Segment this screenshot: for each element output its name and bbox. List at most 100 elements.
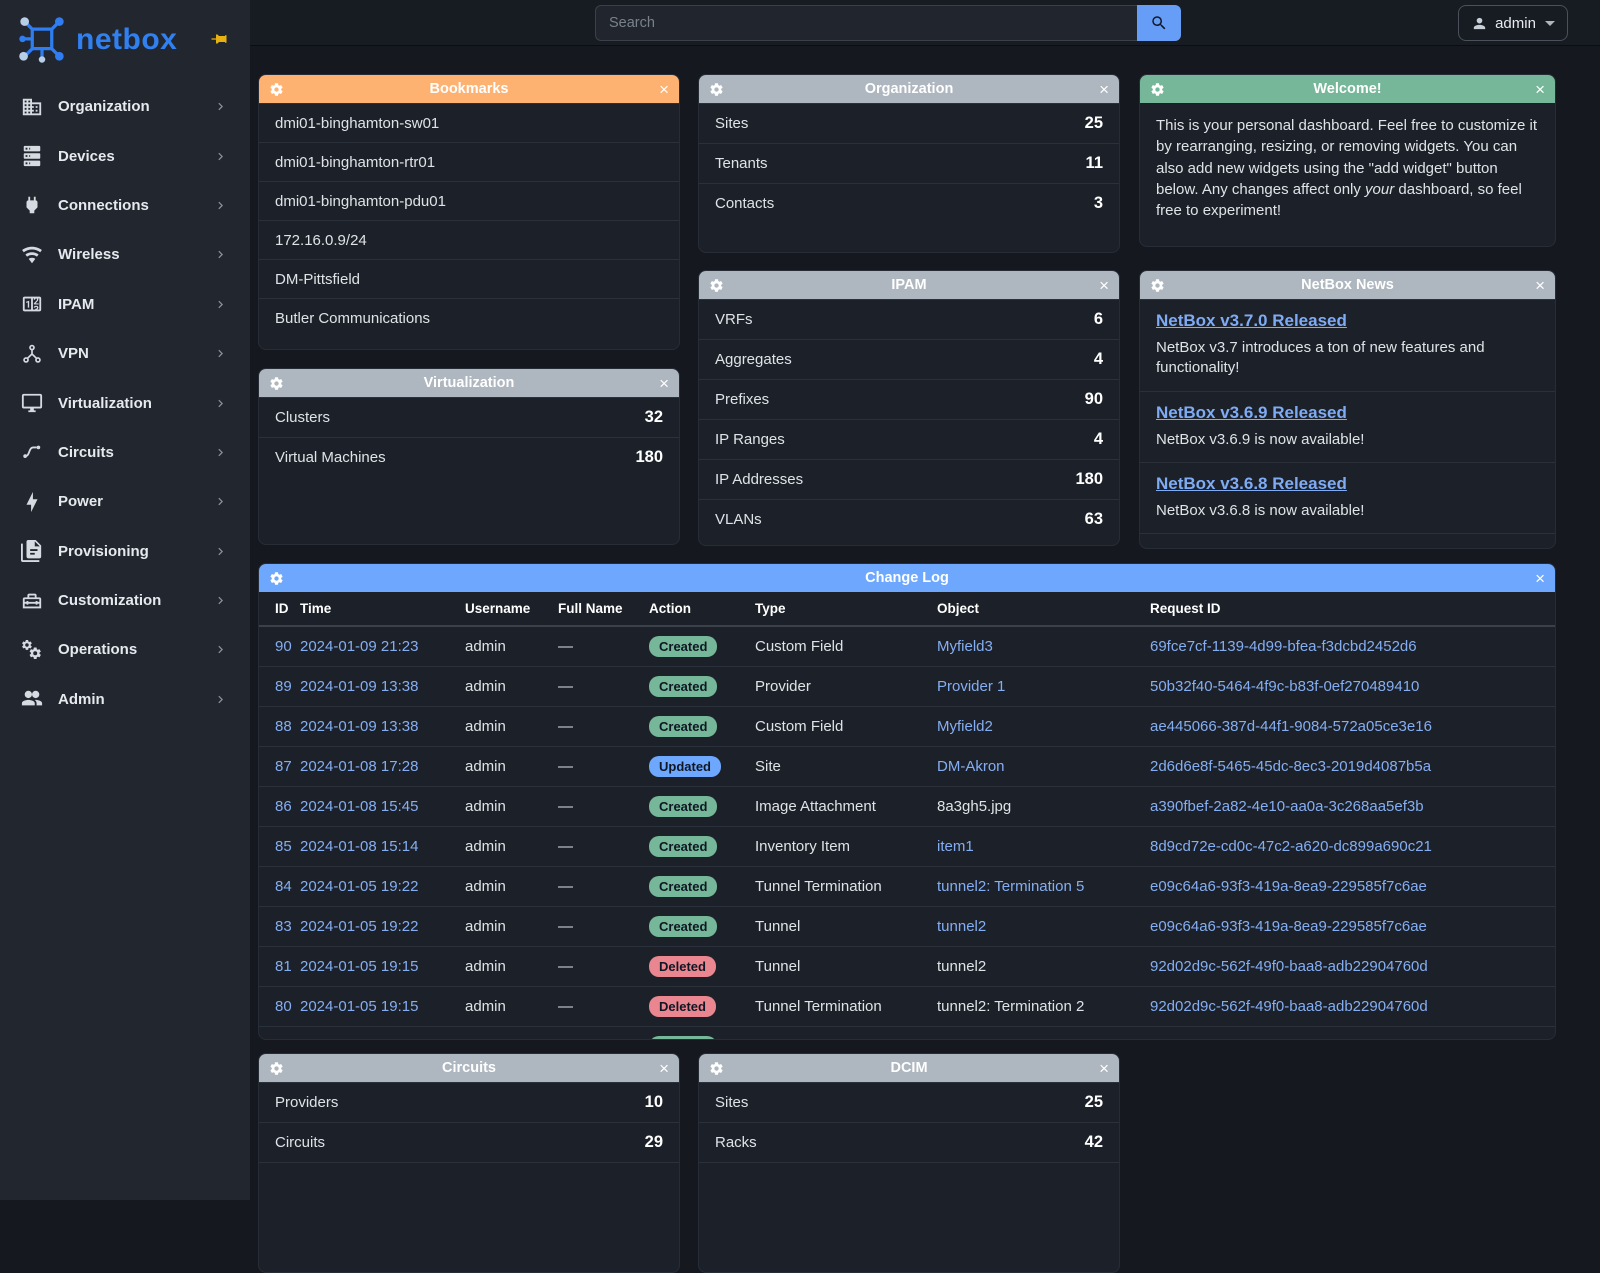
changelog-request-link[interactable]: e09c64a6-93f3-419a-8ea9-229585f7c6ae (1150, 918, 1427, 935)
sidebar-item-wireless[interactable]: Wireless (0, 230, 250, 279)
changelog-object-link[interactable]: tunnel1: Termination 3 (937, 1038, 1084, 1040)
changelog-id-link[interactable]: 88 (275, 718, 292, 735)
sidebar-item-circuits[interactable]: Circuits (0, 428, 250, 477)
changelog-time-link[interactable]: 2024-01-08 15:14 (300, 838, 418, 855)
sidebar-item-connections[interactable]: Connections (0, 181, 250, 230)
changelog-object-link[interactable]: Provider 1 (937, 678, 1005, 695)
changelog-time-link[interactable]: 2024-01-05 19:15 (300, 998, 418, 1015)
stat-row[interactable]: VRFs6 (699, 299, 1119, 339)
news-link[interactable]: NetBox v3.6.7 Released (1156, 545, 1539, 549)
sidebar-item-devices[interactable]: Devices (0, 131, 250, 180)
changelog-id-link[interactable]: 79 (275, 1038, 292, 1040)
changelog-id-link[interactable]: 87 (275, 758, 292, 775)
gear-icon[interactable] (1150, 82, 1165, 97)
bookmark-link[interactable]: 172.16.0.9/24 (259, 220, 679, 259)
sidebar-item-power[interactable]: Power (0, 477, 250, 526)
close-icon[interactable]: × (1530, 82, 1545, 97)
changelog-request-link[interactable]: ae445066-387d-44f1-9084-572a05ce3e16 (1150, 718, 1432, 735)
bookmark-link[interactable]: dmi01-binghamton-rtr01 (259, 142, 679, 181)
stat-row[interactable]: IP Addresses180 (699, 459, 1119, 499)
changelog-request-link[interactable]: e09c64a6-93f3-419a-8ea9-229585f7c6ae (1150, 878, 1427, 895)
news-link[interactable]: NetBox v3.7.0 Released (1156, 311, 1539, 331)
gear-icon[interactable] (1150, 278, 1165, 293)
changelog-object-link[interactable]: item1 (937, 838, 974, 855)
changelog-id-link[interactable]: 89 (275, 678, 292, 695)
changelog-object-link[interactable]: tunnel2: Termination 5 (937, 878, 1084, 895)
changelog-time-link[interactable]: 2024-01-05 19:22 (300, 918, 418, 935)
close-icon[interactable]: × (654, 1061, 669, 1076)
stat-row[interactable]: Providers10 (259, 1082, 679, 1122)
bookmark-link[interactable]: dmi01-binghamton-sw01 (259, 103, 679, 142)
close-icon[interactable]: × (654, 82, 669, 97)
stat-row[interactable]: Clusters32 (259, 397, 679, 437)
changelog-id-link[interactable]: 84 (275, 878, 292, 895)
stat-row[interactable]: Circuits29 (259, 1122, 679, 1162)
changelog-id-link[interactable]: 80 (275, 998, 292, 1015)
close-icon[interactable]: × (1530, 278, 1545, 293)
gear-icon[interactable] (269, 1061, 284, 1076)
close-icon[interactable]: × (1094, 1061, 1109, 1076)
stat-row[interactable]: IP Ranges4 (699, 419, 1119, 459)
sidebar-item-admin[interactable]: Admin (0, 675, 250, 724)
gear-icon[interactable] (269, 376, 284, 391)
close-icon[interactable]: × (1094, 278, 1109, 293)
stat-row[interactable]: Aggregates4 (699, 339, 1119, 379)
brand-logo[interactable]: netbox (0, 0, 250, 76)
changelog-request-link[interactable]: f038e755-705e-47f3-9433-5392b9e6b9e5 (1150, 1038, 1429, 1040)
gear-icon[interactable] (269, 571, 284, 586)
changelog-request-link[interactable]: 92d02d9c-562f-49f0-baa8-adb22904760d (1150, 958, 1428, 975)
changelog-time-link[interactable]: 2024-01-09 21:23 (300, 638, 418, 655)
stat-row[interactable]: Virtual Machines180 (259, 437, 679, 477)
changelog-time-link[interactable]: 2024-01-09 13:38 (300, 678, 418, 695)
bookmark-link[interactable]: Butler Communications (259, 298, 679, 337)
changelog-request-link[interactable]: 2d6d6e8f-5465-45dc-8ec3-2019d4087b5a (1150, 758, 1431, 775)
bookmark-link[interactable]: DM-Pittsfield (259, 259, 679, 298)
stat-row[interactable]: Racks42 (699, 1122, 1119, 1162)
gear-icon[interactable] (709, 82, 724, 97)
changelog-time-link[interactable]: 2024-01-08 15:45 (300, 798, 418, 815)
user-menu-button[interactable]: admin (1458, 5, 1568, 41)
changelog-id-link[interactable]: 83 (275, 918, 292, 935)
changelog-id-link[interactable]: 81 (275, 958, 292, 975)
changelog-id-link[interactable]: 86 (275, 798, 292, 815)
changelog-request-link[interactable]: 8d9cd72e-cd0c-47c2-a620-dc899a690c21 (1150, 838, 1432, 855)
changelog-time-link[interactable]: 2024-01-08 17:28 (300, 758, 418, 775)
gear-icon[interactable] (709, 1061, 724, 1076)
close-icon[interactable]: × (1530, 571, 1545, 586)
sidebar-item-virtualization[interactable]: Virtualization (0, 378, 250, 427)
stat-row[interactable]: Sites25 (699, 1082, 1119, 1122)
stat-row[interactable]: Contacts3 (699, 183, 1119, 223)
close-icon[interactable]: × (1094, 82, 1109, 97)
sidebar-item-operations[interactable]: Operations (0, 625, 250, 674)
news-link[interactable]: NetBox v3.6.9 Released (1156, 403, 1539, 423)
changelog-object-link[interactable]: Myfield2 (937, 718, 993, 735)
sidebar-item-customization[interactable]: Customization (0, 576, 250, 625)
stat-row[interactable]: Prefixes90 (699, 379, 1119, 419)
stat-row[interactable]: Tenants11 (699, 143, 1119, 183)
search-button[interactable] (1137, 5, 1181, 41)
close-icon[interactable]: × (654, 376, 669, 391)
news-link[interactable]: NetBox v3.6.8 Released (1156, 474, 1539, 494)
changelog-id-link[interactable]: 85 (275, 838, 292, 855)
changelog-time-link[interactable]: 2024-01-09 13:38 (300, 718, 418, 735)
changelog-request-link[interactable]: a390fbef-2a82-4e10-aa0a-3c268aa5ef3b (1150, 798, 1424, 815)
changelog-time-link[interactable]: 2024-01-05 19:14 (300, 1038, 418, 1040)
bookmark-link[interactable]: dmi01-binghamton-pdu01 (259, 181, 679, 220)
sidebar-item-provisioning[interactable]: Provisioning (0, 527, 250, 576)
changelog-time-link[interactable]: 2024-01-05 19:22 (300, 878, 418, 895)
pin-icon[interactable] (210, 30, 228, 48)
changelog-object-link[interactable]: DM-Akron (937, 758, 1005, 775)
gear-icon[interactable] (269, 82, 284, 97)
gear-icon[interactable] (709, 278, 724, 293)
sidebar-item-ipam[interactable]: IPAM (0, 280, 250, 329)
changelog-request-link[interactable]: 69fce7cf-1139-4d99-bfea-f3dcbd2452d6 (1150, 638, 1417, 655)
stat-row[interactable]: VLANs63 (699, 499, 1119, 539)
changelog-id-link[interactable]: 90 (275, 638, 292, 655)
changelog-request-link[interactable]: 92d02d9c-562f-49f0-baa8-adb22904760d (1150, 998, 1428, 1015)
changelog-object-link[interactable]: Myfield3 (937, 638, 993, 655)
changelog-object-link[interactable]: tunnel2 (937, 918, 986, 935)
sidebar-item-organization[interactable]: Organization (0, 82, 250, 131)
sidebar-item-vpn[interactable]: VPN (0, 329, 250, 378)
search-input[interactable] (595, 5, 1137, 41)
changelog-request-link[interactable]: 50b32f40-5464-4f9c-b83f-0ef270489410 (1150, 678, 1419, 695)
